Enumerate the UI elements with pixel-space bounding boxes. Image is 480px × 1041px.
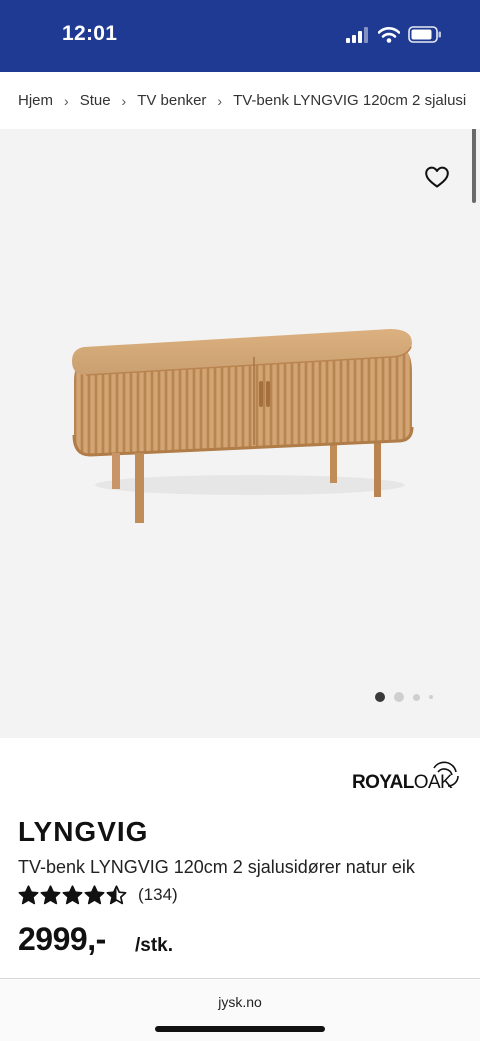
product-name: LYNGVIG xyxy=(18,816,149,847)
gallery-dot[interactable] xyxy=(394,692,404,702)
wifi-icon xyxy=(378,26,400,43)
product-gallery[interactable] xyxy=(0,129,480,738)
breadcrumb-separator: › xyxy=(121,92,127,109)
price-unit: /stk. xyxy=(135,935,174,956)
star-full-icon xyxy=(40,885,61,905)
url-text[interactable]: jysk.no xyxy=(0,994,480,1010)
product-rating[interactable]: (134) xyxy=(18,885,178,905)
breadcrumb: Hjem › Stue › TV benker › TV-benk LYNGVI… xyxy=(0,72,480,129)
breadcrumb-stue[interactable]: Stue xyxy=(80,92,111,109)
gallery-dot[interactable] xyxy=(429,695,433,699)
scrollbar-thumb[interactable] xyxy=(472,129,476,203)
gallery-pagination xyxy=(375,692,433,702)
star-full-icon xyxy=(84,885,105,905)
product-description: TV-benk LYNGVIG 120cm 2 sjalusidører nat… xyxy=(18,857,415,877)
battery-icon xyxy=(408,26,441,43)
status-icons xyxy=(346,26,442,43)
product-price: 2999,- xyxy=(18,921,106,957)
breadcrumb-separator: › xyxy=(64,92,69,109)
product-image[interactable] xyxy=(60,323,420,533)
rating-count[interactable]: (134) xyxy=(138,885,178,905)
star-full-icon xyxy=(62,885,83,905)
breadcrumb-separator: › xyxy=(217,92,223,109)
gallery-dot[interactable] xyxy=(413,693,420,701)
breadcrumb-home[interactable]: Hjem xyxy=(18,92,53,109)
home-indicator[interactable] xyxy=(155,1026,325,1032)
product-info: ROYALOAK LYNGVIG TV-benk LYNGVIG 120cm 2… xyxy=(0,738,480,978)
star-full-icon xyxy=(18,885,39,905)
browser-url-bar[interactable]: jysk.no xyxy=(0,978,480,1041)
gallery-dot-active[interactable] xyxy=(375,692,385,702)
status-time: 12:01 xyxy=(62,22,118,45)
breadcrumb-current: TV-benk LYNGVIG 120cm 2 sjalusi xyxy=(233,92,467,109)
star-half-icon xyxy=(106,885,127,905)
rating-stars xyxy=(18,885,127,905)
favorite-button[interactable] xyxy=(424,165,450,189)
heart-outline-icon xyxy=(425,166,449,188)
brand-logo[interactable]: ROYALOAK xyxy=(352,758,462,794)
status-bar: 12:01 xyxy=(0,0,480,72)
svg-text:ROYALOAK: ROYALOAK xyxy=(352,772,453,793)
signal-icon xyxy=(346,26,368,43)
breadcrumb-tv-benker[interactable]: TV benker xyxy=(137,92,206,109)
